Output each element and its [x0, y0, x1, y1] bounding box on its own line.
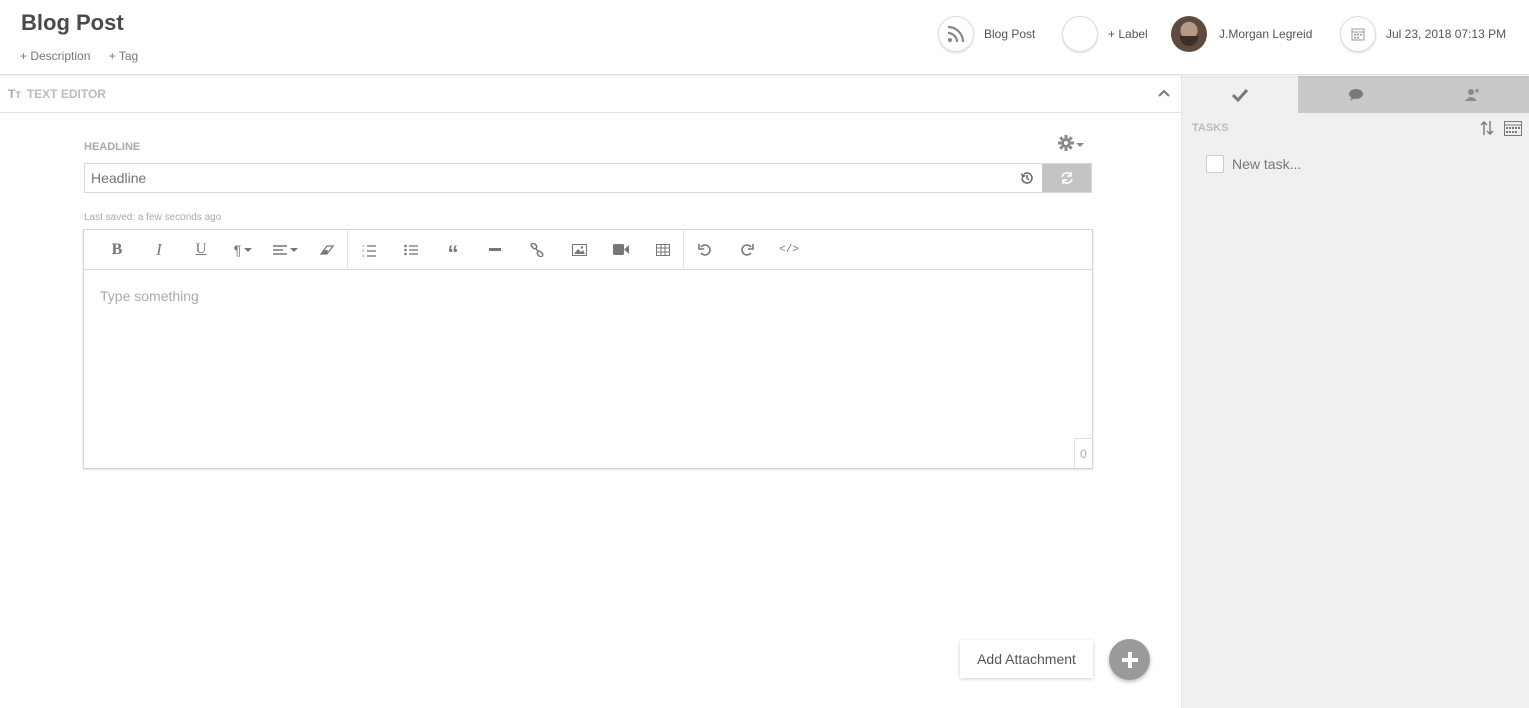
- add-button[interactable]: [1109, 639, 1150, 680]
- new-task-input[interactable]: New task...: [1232, 156, 1301, 172]
- italic-icon[interactable]: I: [138, 230, 180, 270]
- add-description-link[interactable]: + Description: [20, 49, 90, 63]
- date-selector[interactable]: Jul 23, 2018 07:13 PM: [1340, 16, 1506, 52]
- sidebar-tabs: [1182, 76, 1529, 113]
- undo-icon[interactable]: [684, 230, 726, 270]
- code-icon[interactable]: </>: [768, 230, 810, 270]
- link-icon[interactable]: [516, 230, 558, 270]
- char-counter: 0: [1074, 438, 1092, 468]
- gear-icon: [1057, 134, 1075, 157]
- horizontal-rule-icon[interactable]: [474, 230, 516, 270]
- refresh-icon: [1060, 172, 1073, 184]
- add-tag-link[interactable]: + Tag: [109, 49, 138, 63]
- ordered-list-icon[interactable]: 123: [348, 230, 390, 270]
- meta-links: + Description + Tag: [20, 49, 153, 63]
- svg-text:3: 3: [362, 253, 365, 257]
- page-title: Blog Post: [21, 10, 124, 35]
- headline-label: HEADLINE: [84, 141, 141, 153]
- new-task-row[interactable]: New task...: [1206, 155, 1301, 173]
- calendar-icon: [1340, 16, 1376, 52]
- rich-text-editor: B I U ¶ 123 “ </> Type something 0: [83, 229, 1093, 469]
- user-add-icon: [1465, 88, 1480, 101]
- align-icon[interactable]: [264, 230, 306, 270]
- sort-icon[interactable]: [1480, 120, 1494, 141]
- type-label: Blog Post: [984, 27, 1036, 41]
- type-selector[interactable]: Blog Post: [938, 16, 1035, 52]
- unordered-list-icon[interactable]: [390, 230, 432, 270]
- calendar-view-icon[interactable]: [1504, 121, 1522, 141]
- text-editor-label: TT TEXT EDITOR: [8, 87, 106, 101]
- editor-toolbar: B I U ¶ 123 “ </>: [84, 229, 1092, 270]
- task-checkbox[interactable]: [1206, 155, 1224, 173]
- add-attachment-button[interactable]: Add Attachment: [960, 640, 1093, 678]
- table-icon[interactable]: [642, 229, 684, 270]
- video-icon[interactable]: [600, 230, 642, 270]
- add-label-text: + Label: [1108, 27, 1148, 41]
- underline-icon[interactable]: U: [180, 230, 222, 270]
- rss-icon: [938, 16, 974, 52]
- last-saved-text: Last saved: a few seconds ago: [84, 212, 222, 223]
- assignee-name: J.Morgan Legreid: [1219, 27, 1313, 41]
- checkmark-icon: [1231, 88, 1248, 102]
- headline-input[interactable]: [85, 164, 1012, 192]
- due-date: Jul 23, 2018 07:13 PM: [1386, 27, 1507, 41]
- section-label: TEXT EDITOR: [26, 87, 106, 101]
- plus-icon: [1121, 651, 1138, 668]
- paragraph-icon[interactable]: ¶: [222, 230, 264, 270]
- quote-icon[interactable]: “: [432, 230, 474, 270]
- redo-icon[interactable]: [726, 230, 768, 270]
- avatar: [1171, 16, 1207, 52]
- eraser-icon[interactable]: [306, 229, 348, 270]
- chevron-up-icon[interactable]: [1157, 86, 1171, 105]
- text-size-icon: TT: [8, 87, 21, 101]
- assignee-selector[interactable]: J.Morgan Legreid: [1171, 16, 1312, 52]
- tasks-label: TASKS: [1192, 122, 1229, 134]
- tab-users[interactable]: [1413, 76, 1529, 113]
- header: Blog Post + Description + Tag Blog Post …: [0, 0, 1529, 75]
- label-color-icon: [1062, 16, 1098, 52]
- history-icon[interactable]: [1012, 164, 1042, 192]
- sidebar-panel: TASKS New task...: [1181, 76, 1529, 708]
- comment-icon: [1348, 88, 1363, 101]
- label-selector[interactable]: + Label: [1062, 16, 1148, 52]
- tab-tasks[interactable]: [1182, 76, 1298, 113]
- caret-down-icon: [1075, 137, 1085, 155]
- image-icon[interactable]: [558, 230, 600, 270]
- bold-icon[interactable]: B: [96, 230, 138, 270]
- editor-body[interactable]: Type something: [84, 270, 1092, 322]
- headline-field: [84, 163, 1092, 193]
- text-editor-section-header: TT TEXT EDITOR: [0, 76, 1181, 113]
- settings-menu[interactable]: [1057, 134, 1085, 157]
- tab-comments[interactable]: [1297, 76, 1414, 113]
- refresh-button[interactable]: [1042, 164, 1091, 192]
